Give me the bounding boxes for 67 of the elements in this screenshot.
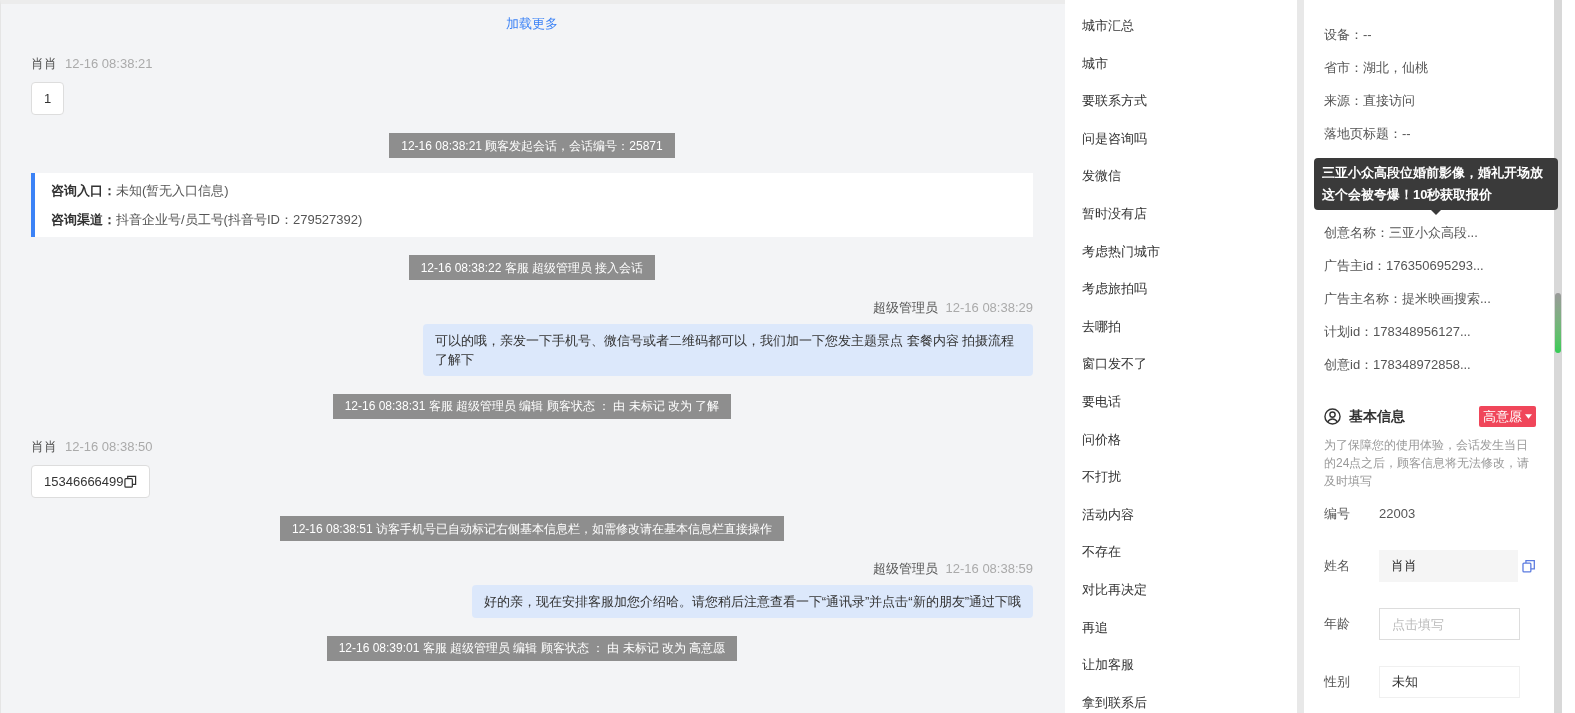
select-field[interactable]: 未知 [1379,666,1520,698]
message-text: 15346666499 [44,472,124,491]
notice-text: 为了保障您的使用体验，会话发生当日的24点之后，顾客信息将无法修改，请及时填写 [1324,437,1531,490]
quick-reply-item[interactable]: 城市汇总 [1082,17,1297,35]
quick-reply-item[interactable]: 拿到联系后 [1082,693,1297,712]
quick-reply-item[interactable]: 城市 [1082,54,1297,73]
quick-reply-item[interactable]: 要电话 [1082,392,1297,411]
sender-name: 超级管理员 [872,560,938,578]
sender-name: 肖肖 [31,54,57,73]
copy-icon[interactable] [123,475,137,488]
message-text: 1 [44,89,52,108]
system-notice: 12-16 08:38:31 客服 超级管理员 编辑 顾客状态 ： 由 未标记 改为 了解 [332,393,732,419]
input-field[interactable]: 点击填写 [1379,608,1520,640]
caret-icon [1525,414,1532,419]
user-icon [1324,408,1341,425]
source-info-row-text: 来源：直接访问 [1324,92,1416,110]
message-time: 12-16 08:38:50 [65,437,153,456]
source-info-row-text: 广告主名称：提米映画搜索... [1324,290,1492,308]
source-info-row-text: 广告主id：176350695293... [1324,257,1485,275]
message-bubble: 好的亲，现在安排客服加您介绍哈。请您稍后注意查看一下“通讯录”并点击“新的朋友”通过下哦 [471,584,1033,618]
quick-reply-item[interactable]: 窗口发不了 [1082,355,1297,374]
quick-reply-item[interactable]: 不存在 [1082,543,1297,562]
name-field[interactable]: 肖肖 [1379,550,1519,582]
field-value: 22003 [1379,505,1416,524]
quick-reply-item[interactable]: 去哪拍 [1082,317,1297,336]
info-value: 抖音企业号/员工号(抖音号ID：279527392) [116,210,363,229]
sender-name: 超级管理员 [872,299,938,317]
tooltip-pointer [1431,210,1441,215]
quick-reply-item[interactable]: 问价格 [1082,430,1297,449]
system-notice: 12-16 08:38:51 访客手机号已自动标记右侧基本信息栏，如需修改请在基本信息栏直接操作 [279,516,785,541]
quick-reply-item[interactable]: 活动内容 [1082,505,1297,524]
info-label: 咨询渠道： [51,210,116,229]
source-info-row-text: 省市：湖北，仙桃 [1324,59,1429,77]
message-bubble: 可以的哦，亲发一下手机号、微信号或者二维码都可以，我们加一下您发主题景点 套餐内容 拍摄流程了解下 [423,323,1033,376]
quick-reply-item[interactable]: 暂时没有店 [1082,204,1297,223]
quick-reply-item[interactable]: 对比再决定 [1082,580,1297,599]
message-time: 12-16 08:38:29 [945,299,1033,317]
sender-name: 肖肖 [31,437,57,456]
quick-reply-item[interactable]: 问是咨询吗 [1082,129,1297,148]
source-info-row-text: 计划id：178348956127... [1324,323,1472,341]
quick-reply-item[interactable]: 不打扰 [1082,468,1297,487]
field-label: 编号 [1324,505,1351,524]
section-title: 基本信息 [1349,407,1405,426]
info-value: 未知(暂无入口信息) [116,182,229,200]
system-notice: 12-16 08:38:21 顾客发起会话，会话编号：25871 [389,133,675,158]
source-info-row-text: 创意名称：三亚小众高段... [1324,224,1479,242]
quick-reply-item[interactable]: 要联系方式 [1082,92,1297,111]
source-info-row-text: 设备：-- [1324,26,1373,44]
quick-reply-item[interactable]: 让加客服 [1082,656,1297,675]
load-more-link[interactable]: 加载更多 [506,14,558,34]
system-notice: 12-16 08:38:22 客服 超级管理员 接入会话 [408,255,656,280]
message-time: 12-16 08:38:21 [65,54,153,73]
quick-reply-item[interactable]: 考虑热门城市 [1082,242,1297,261]
field-label: 年龄 [1324,615,1351,634]
info-label: 咨询入口： [51,182,116,200]
intent-tag[interactable]: 高意愿 [1479,406,1536,427]
quick-reply-item[interactable]: 考虑旅拍吗 [1082,280,1297,299]
tooltip: 三亚小众高段位婚前影像，婚礼开场放这个会被夸爆！10秒获取报价 [1314,158,1558,210]
scrollbar-thumb[interactable] [1555,293,1561,353]
quick-reply-item[interactable]: 再追 [1082,618,1297,637]
message-time: 12-16 08:38:59 [945,560,1033,578]
field-label: 姓名 [1324,557,1351,576]
system-notice: 12-16 08:39:01 客服 超级管理员 编辑 顾客状态 ： 由 未标记 改为 高意愿 [326,635,738,661]
field-label: 性别 [1324,673,1351,692]
source-info-row-text: 创意id：178348972858... [1324,356,1472,374]
quick-reply-item[interactable]: 发微信 [1082,167,1297,186]
source-info-row-text: 落地页标题：-- [1324,125,1412,143]
